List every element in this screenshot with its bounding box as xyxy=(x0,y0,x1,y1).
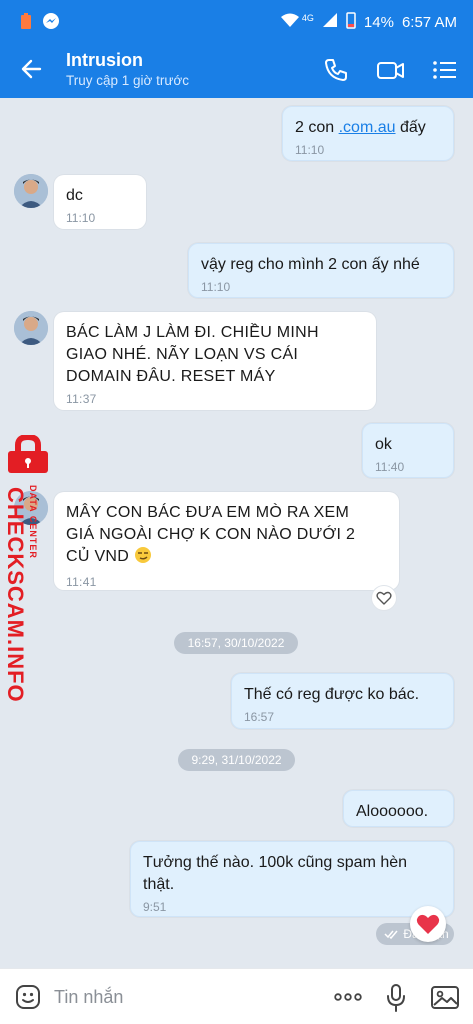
date-separator: 16:57, 30/10/2022 xyxy=(174,632,298,654)
watermark-text: CHECKSCAM.INFO xyxy=(3,487,28,703)
message-text: GIAO NHÉ. NÃY LOẠN VS CÁI xyxy=(66,346,299,363)
message-time: 11:41 xyxy=(66,575,97,589)
message-bubble-incoming[interactable]: MÂY CON BÁC ĐƯA EM MÒ RA XEM GIÁ NGOÀI C… xyxy=(54,492,399,590)
message-text: đấy xyxy=(395,119,426,136)
image-icon[interactable] xyxy=(430,983,459,1011)
watermark-subtext: DATA CENTER xyxy=(28,485,38,559)
contact-name[interactable]: Intrusion xyxy=(66,50,143,71)
back-arrow-icon[interactable] xyxy=(18,55,46,83)
message-bubble-outgoing[interactable]: 2 con .com.au đấy 11:10 xyxy=(282,106,454,161)
message-bubble-outgoing[interactable]: Aloooooo. xyxy=(343,790,454,827)
wifi-icon xyxy=(280,12,300,32)
battery-icon xyxy=(346,11,356,33)
emoji-icon[interactable] xyxy=(14,983,42,1011)
last-seen-status: Truy cập 1 giờ trước xyxy=(66,73,190,88)
battery-alert-icon xyxy=(20,12,32,35)
status-bar: 4G 14% 6:57 AM xyxy=(0,0,473,40)
chat-header: Intrusion Truy cập 1 giờ trước xyxy=(0,40,473,98)
messenger-icon xyxy=(42,12,60,35)
message-bubble-incoming[interactable]: dc 11:10 xyxy=(54,175,146,229)
message-text: BÁC LÀM J LÀM ĐI. CHIỀU MINH xyxy=(66,324,319,341)
battery-percent: 14% xyxy=(363,13,394,31)
clock: 6:57 AM xyxy=(401,13,457,31)
message-text: MÂY CON BÁC ĐƯA EM MÒ RA XEM xyxy=(66,504,350,521)
message-bubble-outgoing[interactable]: Tưởng thế nào. 100k cũng spam hèn thật. … xyxy=(130,841,454,917)
avatar[interactable] xyxy=(14,311,48,345)
phone-icon[interactable] xyxy=(322,56,350,84)
message-time: 16:57 xyxy=(244,710,275,724)
message-text: 2 con xyxy=(295,119,339,136)
message-bubble-incoming[interactable]: BÁC LÀM J LÀM ĐI. CHIỀU MINH GIAO NHÉ. N… xyxy=(54,312,376,410)
message-text: DOMAIN ĐÂU. RESET MÁY xyxy=(66,368,276,385)
message-text: thật. xyxy=(143,876,175,893)
message-input-bar: Tin nhắn xyxy=(0,968,473,1024)
microphone-icon[interactable] xyxy=(384,983,412,1012)
message-list[interactable]: 2 con .com.au đấy 11:10 dc 11:10 vậy reg… xyxy=(0,98,473,968)
lock-icon xyxy=(4,433,52,480)
message-time: 9:51 xyxy=(143,900,167,914)
message-bubble-outgoing[interactable]: Thế có reg được ko bác. 16:57 xyxy=(231,673,454,729)
message-time: 11:10 xyxy=(295,143,325,157)
avatar[interactable] xyxy=(14,174,48,208)
message-text: Aloooooo. xyxy=(356,803,429,820)
message-time: 11:10 xyxy=(201,280,231,294)
message-input[interactable]: Tin nhắn xyxy=(54,987,123,1008)
message-time: 11:40 xyxy=(375,460,405,474)
signal-icon xyxy=(322,12,338,32)
heart-icon[interactable] xyxy=(410,906,446,942)
message-text: CỦ VND xyxy=(66,548,130,565)
date-separator: 9:29, 31/10/2022 xyxy=(178,749,295,771)
message-text: Thế có reg được ko bác. xyxy=(244,686,420,703)
message-time: 11:10 xyxy=(66,211,96,225)
heart-outline-icon[interactable] xyxy=(371,585,397,611)
menu-list-icon[interactable] xyxy=(432,56,460,84)
watermark: CHECKSCAM.INFO DATA CENTER xyxy=(2,433,48,703)
video-call-icon[interactable] xyxy=(376,56,404,84)
message-bubble-outgoing[interactable]: vậy reg cho mình 2 con ấy nhé 11:10 xyxy=(188,243,454,298)
double-check-icon xyxy=(384,925,400,947)
message-text: GIÁ NGOÀI CHỢ K CON NÀO DƯỚI 2 xyxy=(66,526,356,543)
message-text: Tưởng thế nào. 100k cũng spam hèn xyxy=(143,854,408,871)
message-text: vậy reg cho mình 2 con ấy nhé xyxy=(201,256,420,273)
message-text: dc xyxy=(66,187,83,204)
network-type: 4G xyxy=(301,13,314,23)
message-bubble-outgoing[interactable]: ok 11:40 xyxy=(362,423,454,478)
message-time: 11:37 xyxy=(66,392,97,406)
message-text: ok xyxy=(375,436,392,453)
more-dots-icon[interactable] xyxy=(332,983,362,1011)
smirk-emoji-icon xyxy=(134,546,152,571)
message-link[interactable]: .com.au xyxy=(339,119,396,136)
